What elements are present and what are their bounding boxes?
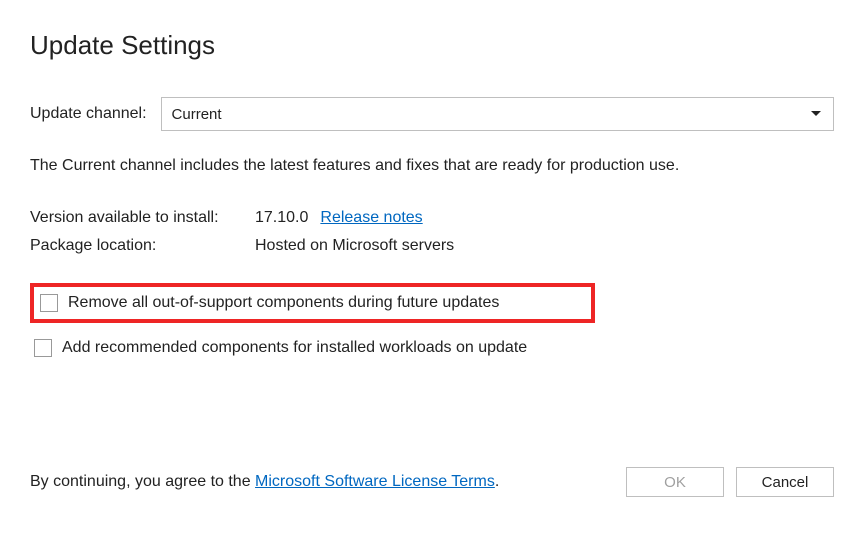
package-label: Package location: bbox=[30, 237, 255, 255]
release-notes-link[interactable]: Release notes bbox=[320, 209, 422, 227]
chevron-down-icon bbox=[811, 111, 821, 117]
add-recommended-label: Add recommended components for installed… bbox=[62, 339, 527, 357]
page-title: Update Settings bbox=[30, 30, 834, 61]
update-channel-label: Update channel: bbox=[30, 105, 147, 123]
update-channel-row: Update channel: Current bbox=[30, 97, 834, 131]
add-recommended-checkbox[interactable] bbox=[34, 339, 52, 357]
update-channel-value: Current bbox=[172, 106, 222, 123]
version-label: Version available to install: bbox=[30, 209, 255, 227]
license-terms-link[interactable]: Microsoft Software License Terms bbox=[255, 473, 495, 490]
update-channel-select[interactable]: Current bbox=[161, 97, 834, 131]
package-row: Package location: Hosted on Microsoft se… bbox=[30, 237, 834, 255]
channel-description: The Current channel includes the latest … bbox=[30, 157, 834, 175]
version-row: Version available to install: 17.10.0 Re… bbox=[30, 209, 834, 227]
license-agreement-text: By continuing, you agree to the Microsof… bbox=[30, 473, 499, 491]
version-value: 17.10.0 bbox=[255, 209, 308, 227]
remove-components-checkbox[interactable] bbox=[40, 294, 58, 312]
cancel-button[interactable]: Cancel bbox=[736, 467, 834, 497]
package-value: Hosted on Microsoft servers bbox=[255, 237, 454, 255]
ok-button[interactable]: OK bbox=[626, 467, 724, 497]
remove-components-label: Remove all out-of-support components dur… bbox=[68, 294, 499, 312]
remove-components-highlight: Remove all out-of-support components dur… bbox=[30, 283, 595, 323]
